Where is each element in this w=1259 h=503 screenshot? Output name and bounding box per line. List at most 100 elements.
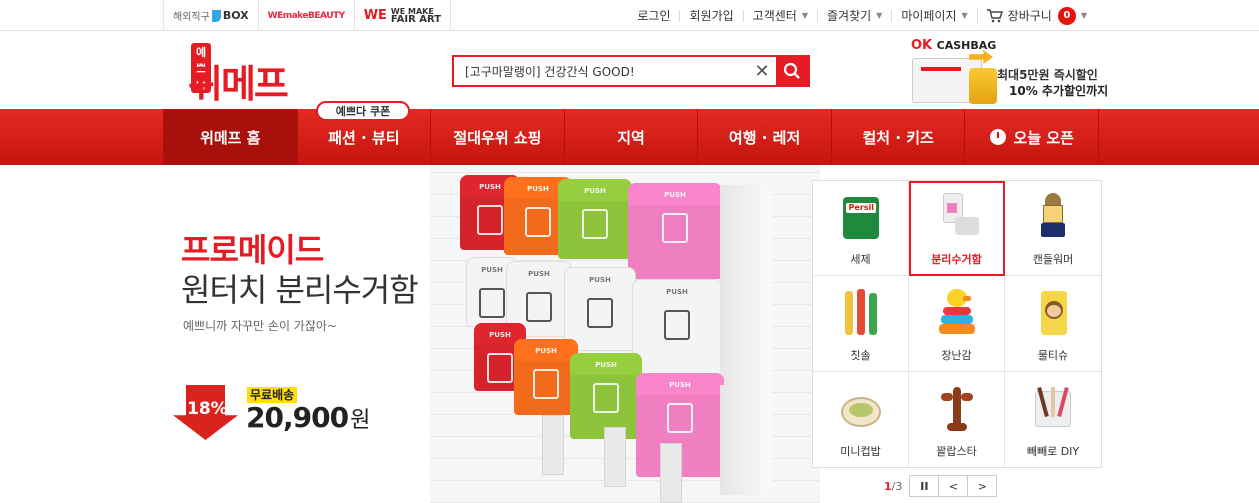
bin-stand-image xyxy=(660,443,682,503)
partner-links: 해외직구 BOX WEmakeBEAUTY WE WE MAKE FAIR AR… xyxy=(163,0,452,31)
category-pepero-diy[interactable]: 빼빼로 DIY xyxy=(1005,372,1101,467)
bin-image: PUSH xyxy=(514,339,578,415)
discount-badge: 18% xyxy=(173,385,238,440)
box-prefix: 해외직구 xyxy=(173,12,210,23)
price-currency: 원 xyxy=(350,408,370,433)
fairart-line2: FAIR ART xyxy=(390,13,442,25)
mypage-menu[interactable]: 마이페이지 ▼ xyxy=(891,8,976,23)
nav-travel-leisure[interactable]: 여행 · 레저 xyxy=(697,109,831,165)
category-candle-warmer[interactable]: 캔들워머 xyxy=(1005,181,1101,277)
bin-rack-image xyxy=(720,385,772,495)
banner-pager: 1/3 II < > xyxy=(884,475,998,497)
mypage-label: 마이페이지 xyxy=(901,8,957,23)
fairart-label: WE MAKE FAIR ART xyxy=(390,7,442,25)
user-menu: 로그인 회원가입 고객센터 ▼ 즐겨찾기 ▼ 마이페이지 ▼ 장바구니 0 ▼ xyxy=(628,0,1096,31)
cashbag-text: CASHBAG xyxy=(936,39,997,52)
coins-icon xyxy=(969,68,997,104)
category-label: 세제 xyxy=(850,253,871,267)
recycle-bin-icon xyxy=(933,191,981,241)
category-detergent[interactable]: Persil 세제 xyxy=(813,181,909,277)
cart-label: 장바구니 xyxy=(1007,8,1052,23)
favorites-label: 즐겨찾기 xyxy=(826,8,872,23)
nav-local[interactable]: 지역 xyxy=(563,109,698,165)
category-label: 꽐랍스타 xyxy=(936,445,977,458)
promo-line1: 최대5만원 즉시할인 xyxy=(997,68,1098,82)
category-label: 미니컵밥 xyxy=(840,445,881,458)
cup-rice-icon xyxy=(837,383,885,433)
category-toothbrush[interactable]: 칫솔 xyxy=(813,276,909,372)
bin-stand-image xyxy=(542,415,564,475)
banner-title-product: 원터치 분리수거함 xyxy=(181,271,419,309)
bin-image: PUSH xyxy=(558,179,632,259)
promo-banner[interactable]: PUSH PUSH PUSH PUSH PUSH PUSH PUSH PUSH … xyxy=(0,165,1259,503)
toothbrush-icon xyxy=(837,287,885,337)
cart-count-badge: 0 xyxy=(1057,6,1076,25)
box-label: BOX xyxy=(222,9,249,22)
support-menu[interactable]: 고객센터 ▼ xyxy=(742,8,817,23)
total-pages: /3 xyxy=(891,479,903,493)
fairart-link[interactable]: WE WE MAKE FAIR ART xyxy=(353,0,452,31)
nav-culture-kids[interactable]: 컬처 · 키즈 xyxy=(830,109,965,165)
bin-rack-image xyxy=(720,185,772,295)
bin-image: PUSH xyxy=(628,183,722,279)
cart-icon xyxy=(986,8,1003,22)
search-icon xyxy=(783,62,800,79)
fairart-logo-icon: WE xyxy=(363,8,387,23)
category-label: 캔들워머 xyxy=(1032,253,1074,267)
ok-cashbag-promo[interactable]: OK CASHBAG 최대5만원 즉시할인 10% 추가할인까지 xyxy=(909,38,1109,108)
price: 20,900원 xyxy=(246,401,370,434)
banner-subtitle: 예쁘니까 자꾸만 손이 가잖아~ xyxy=(183,319,337,333)
nav-best-shopping[interactable]: 절대우위 쇼핑 xyxy=(430,109,564,165)
wemakebeauty-label: WEmakeBEAUTY xyxy=(267,10,346,21)
login-link[interactable]: 로그인 xyxy=(628,10,679,22)
bin-stand-image xyxy=(604,427,626,487)
nav-today-open[interactable]: 오늘 오픈 xyxy=(964,109,1100,165)
bin-rack-image xyxy=(720,287,772,397)
lobster-icon xyxy=(933,383,981,433)
bin-image: PUSH xyxy=(632,279,722,379)
category-label: 빼빼로 DIY xyxy=(1026,445,1080,458)
chevron-down-icon: ▼ xyxy=(801,10,808,20)
top-bar: 해외직구 BOX WEmakeBEAUTY WE WE MAKE FAIR AR… xyxy=(0,0,1259,31)
pause-button[interactable]: II xyxy=(909,475,940,497)
logo-text: 위메프 xyxy=(188,62,289,106)
pepero-icon xyxy=(1029,383,1077,433)
current-page: 1 xyxy=(884,479,892,493)
nav-today-open-label: 오늘 오픈 xyxy=(1013,128,1074,147)
candle-warmer-icon xyxy=(1029,191,1077,241)
search-bar: ✕ xyxy=(452,55,810,87)
box-link[interactable]: 해외직구 BOX xyxy=(163,0,258,31)
category-wet-tissue[interactable]: 물티슈 xyxy=(1005,276,1101,372)
category-recycle-bin[interactable]: 분리수거함 xyxy=(909,181,1005,277)
search-button[interactable] xyxy=(776,57,808,85)
category-lobster[interactable]: 꽐랍스타 xyxy=(909,371,1005,467)
chevron-down-icon: ▼ xyxy=(1080,10,1087,20)
discount-percent: 18% xyxy=(187,399,228,419)
search-input[interactable] xyxy=(454,57,748,85)
main-nav: 위메프 홈 패션 · 뷰티 절대우위 쇼핑 지역 여행 · 레저 컬처 · 키즈… xyxy=(0,109,1259,165)
category-label: 장난감 xyxy=(941,348,972,362)
support-label: 고객센터 xyxy=(752,8,797,23)
bin-image: PUSH xyxy=(564,267,636,351)
category-mini-cup-rice[interactable]: 미니컵밥 xyxy=(813,371,909,467)
chevron-down-icon: ▼ xyxy=(961,10,968,20)
ok-text: OK xyxy=(911,38,933,53)
signup-link[interactable]: 회원가입 xyxy=(679,9,742,22)
nav-home[interactable]: 위메프 홈 xyxy=(163,109,297,165)
category-label: 분리수거함 xyxy=(931,253,982,267)
detergent-icon: Persil xyxy=(837,191,885,241)
wemakebeauty-link[interactable]: WEmakeBEAUTY xyxy=(257,0,354,31)
coupon-tab[interactable]: 예쁘다 쿠폰 xyxy=(316,101,410,121)
category-label: 물티슈 xyxy=(1037,348,1069,362)
category-toy[interactable]: 장난감 xyxy=(909,276,1005,372)
cart-menu[interactable]: 장바구니 0 ▼ xyxy=(976,6,1096,25)
page-indicator: 1/3 xyxy=(884,480,902,493)
clear-icon[interactable]: ✕ xyxy=(748,57,776,85)
prev-button[interactable]: < xyxy=(938,475,969,497)
category-label: 칫솔 xyxy=(850,348,871,362)
next-button[interactable]: > xyxy=(967,475,998,497)
favorites-menu[interactable]: 즐겨찾기 ▼ xyxy=(816,8,891,23)
category-panel: Persil 세제 분리수거함 캔들워머 칫솔 장난감 물티슈 미니컵밥 꽐랍스… xyxy=(812,180,1102,468)
toy-duck-icon xyxy=(933,287,981,337)
price-value: 20,900 xyxy=(246,401,349,434)
